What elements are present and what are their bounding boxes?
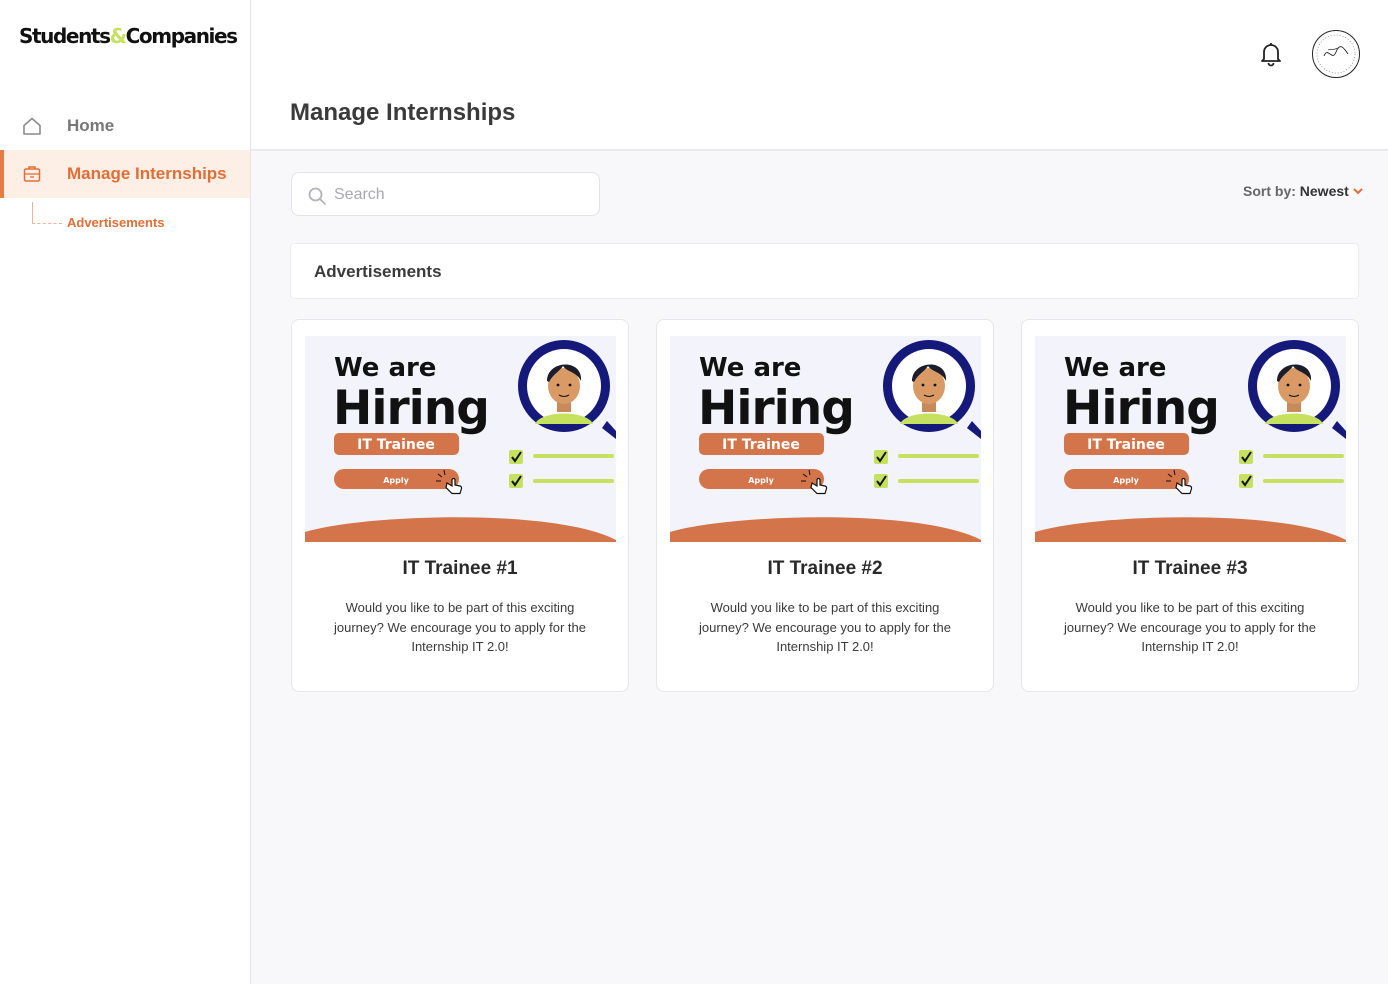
logo-text-companies: Companies <box>125 24 238 48</box>
search-icon <box>307 186 327 206</box>
sidebar: Students&Companies Home Manage Internshi… <box>0 0 251 984</box>
sidebar-subitem-advertisements[interactable]: Advertisements <box>32 202 232 232</box>
card-title: IT Trainee #3 <box>1132 558 1248 579</box>
bell-icon[interactable] <box>1260 41 1282 67</box>
avatar[interactable] <box>1312 30 1360 78</box>
page-title: Manage Internships <box>290 99 516 126</box>
briefcase-icon <box>21 163 43 185</box>
advertisement-card[interactable]: We are Hiring IT Trainee Apply IT Traine… <box>1021 319 1359 692</box>
banner-button: Apply <box>383 476 409 485</box>
sort-dropdown[interactable]: Sort by: Newest <box>1243 182 1363 199</box>
card-description: Would you like to be part of this exciti… <box>699 600 951 654</box>
advertisement-card[interactable]: We are Hiring IT Trainee Apply IT Traine… <box>656 319 994 692</box>
card-description: Would you like to be part of this exciti… <box>334 600 586 654</box>
banner-line2: Hiring <box>333 381 489 436</box>
sidebar-item-label: Home <box>67 116 115 135</box>
sidebar-subitem-label: Advertisements <box>67 215 165 230</box>
banner-line1: We are <box>699 353 801 383</box>
company-logo-mark <box>1316 34 1356 74</box>
hiring-banner-image: We are Hiring IT Trainee Apply <box>670 336 981 542</box>
hiring-banner-image: We are Hiring IT Trainee Apply <box>305 336 616 542</box>
banner-pill: IT Trainee <box>1087 437 1165 453</box>
hiring-banner-image: We are Hiring IT Trainee Apply <box>1035 336 1346 542</box>
sidebar-item-manage-internships[interactable]: Manage Internships <box>0 150 250 198</box>
section-title: Advertisements <box>314 262 442 281</box>
banner-line2: Hiring <box>698 381 854 436</box>
advertisements-section-header: Advertisements <box>290 243 1359 299</box>
banner-button: Apply <box>1113 476 1139 485</box>
banner-button: Apply <box>748 476 774 485</box>
tree-connector <box>32 202 62 224</box>
logo-text-students: Students <box>19 24 111 48</box>
banner-pill: IT Trainee <box>722 437 800 453</box>
home-icon <box>21 115 43 137</box>
banner-pill: IT Trainee <box>357 437 435 453</box>
card-description: Would you like to be part of this exciti… <box>1064 600 1316 654</box>
sort-value: Newest <box>1299 183 1349 199</box>
banner-line2: Hiring <box>1063 381 1219 436</box>
app-logo[interactable]: Students&Companies <box>19 24 238 48</box>
page-header: Manage Internships <box>251 0 1388 151</box>
sort-label: Sort by: <box>1243 183 1300 199</box>
card-title: IT Trainee #1 <box>402 558 518 579</box>
search-box[interactable] <box>291 172 600 216</box>
advertisement-card[interactable]: We are Hiring IT Trainee Apply IT Traine… <box>291 319 629 692</box>
search-input[interactable] <box>334 179 589 211</box>
chevron-down-icon <box>1353 182 1363 198</box>
logo-ampersand: & <box>109 24 127 48</box>
banner-line1: We are <box>1064 353 1166 383</box>
banner-line1: We are <box>334 353 436 383</box>
sidebar-item-home[interactable]: Home <box>0 102 250 150</box>
card-title: IT Trainee #2 <box>767 558 883 579</box>
sidebar-item-label: Manage Internships <box>67 164 227 183</box>
